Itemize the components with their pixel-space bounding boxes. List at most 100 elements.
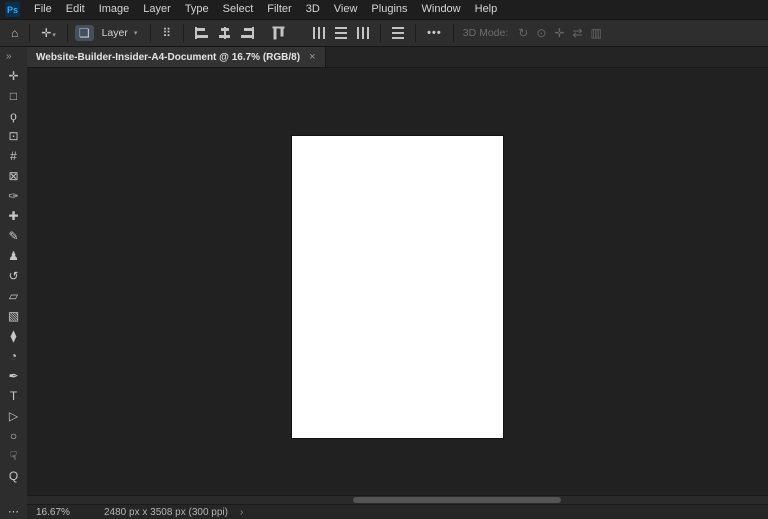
document-window: Website-Builder-Insider-A4-Document @ 16… bbox=[27, 47, 768, 519]
menu-item-view[interactable]: View bbox=[327, 2, 365, 17]
menu-item-label: Plugins bbox=[371, 3, 407, 15]
tool-icon: ▱ bbox=[9, 289, 18, 303]
brush-tool[interactable]: ✎ bbox=[1, 226, 26, 246]
crop-tool[interactable]: # bbox=[1, 146, 26, 166]
align-horizontal-centers-button[interactable] bbox=[214, 25, 235, 41]
menu-item-help[interactable]: Help bbox=[468, 2, 505, 17]
align-right-icon bbox=[241, 27, 254, 39]
menu-item-file[interactable]: File bbox=[27, 2, 59, 17]
menu-item-label: Layer bbox=[143, 3, 171, 15]
menu-item-edit[interactable]: Edit bbox=[59, 2, 92, 17]
menu-item-label: View bbox=[334, 3, 358, 15]
tool-icon: ✚ bbox=[8, 209, 18, 223]
menu-item-filter[interactable]: Filter bbox=[260, 2, 298, 17]
align-left-edges-button[interactable] bbox=[191, 25, 212, 41]
type-tool[interactable]: T bbox=[1, 386, 26, 406]
pen-tool[interactable]: ✒ bbox=[1, 366, 26, 386]
separator bbox=[67, 24, 68, 42]
align-top-edges-button[interactable] bbox=[268, 25, 289, 41]
threed-mode-label: 3D Mode: bbox=[463, 27, 509, 39]
hand-tool[interactable]: ☟ bbox=[1, 446, 26, 466]
close-tab-icon[interactable]: × bbox=[309, 51, 315, 63]
tool-icon: ⊠ bbox=[8, 169, 18, 183]
distribute-horizontally-button[interactable] bbox=[309, 25, 329, 41]
menu-item-3d[interactable]: 3D bbox=[299, 2, 327, 17]
tool-icon: □ bbox=[10, 89, 17, 103]
menu-item-label: Window bbox=[422, 3, 461, 15]
orbit-3d-icon: ↻ bbox=[514, 24, 532, 42]
slide-3d-icon: ⇄ bbox=[568, 24, 586, 42]
chevron-down-icon: ▾ bbox=[134, 29, 138, 37]
move-tool[interactable]: ✛ bbox=[1, 66, 26, 86]
path-selection-tool[interactable]: ▷ bbox=[1, 406, 26, 426]
horizontal-scrollbar[interactable] bbox=[27, 495, 768, 504]
clone-stamp-tool[interactable]: ♟ bbox=[1, 246, 26, 266]
tool-icon: ⊡ bbox=[8, 129, 18, 143]
distribute-vertical-icon bbox=[335, 27, 347, 39]
menu-bar: Ps File Edit Image Layer Type Select Fil… bbox=[0, 0, 768, 19]
tool-icon: ♟ bbox=[8, 249, 19, 263]
tool-icon: ↺ bbox=[8, 269, 18, 283]
distribute-vertically-button[interactable] bbox=[331, 25, 351, 41]
zoom-level-field[interactable]: 16.67% bbox=[36, 507, 78, 518]
horizontal-scrollbar-thumb[interactable] bbox=[353, 497, 560, 503]
tool-icon: # bbox=[10, 149, 17, 163]
separator bbox=[415, 24, 416, 42]
tool-icon: ϙ bbox=[10, 109, 17, 123]
edit-toolbar-button[interactable]: ⋯ bbox=[8, 503, 19, 519]
object-selection-tool[interactable]: ⊡ bbox=[1, 126, 26, 146]
eraser-tool[interactable]: ▱ bbox=[1, 286, 26, 306]
lasso-tool[interactable]: ϙ bbox=[1, 106, 26, 126]
distribute-centers-icon bbox=[357, 27, 369, 39]
menu-item-plugins[interactable]: Plugins bbox=[364, 2, 414, 17]
zoom-tool[interactable]: Q bbox=[1, 466, 26, 486]
distribute-horizontal-icon bbox=[313, 27, 325, 39]
blur-tool[interactable]: ⧫ bbox=[1, 326, 26, 346]
distribute-spacing-button[interactable] bbox=[388, 25, 408, 41]
healing-brush-tool[interactable]: ✚ bbox=[1, 206, 26, 226]
eyedropper-tool[interactable]: ✑ bbox=[1, 186, 26, 206]
menu-item-label: Help bbox=[475, 3, 498, 15]
menu-item-label: Filter bbox=[267, 3, 291, 15]
layer-dropdown-label: Layer bbox=[102, 27, 128, 39]
work-area: » ✛ □ ϙ ⊡ # ⊠ ✑ ✚ ✎ bbox=[0, 47, 768, 519]
current-tool-move-icon[interactable]: ✛▾ bbox=[37, 25, 60, 41]
tool-list: ✛ □ ϙ ⊡ # ⊠ ✑ ✚ ✎ ♟ bbox=[1, 66, 26, 486]
menu-item-select[interactable]: Select bbox=[216, 2, 261, 17]
ellipse-tool[interactable]: ○ bbox=[1, 426, 26, 446]
menu-item-image[interactable]: Image bbox=[92, 2, 137, 17]
menu-item-layer[interactable]: Layer bbox=[136, 2, 178, 17]
toolbar-expand-button[interactable]: » bbox=[0, 47, 27, 66]
tool-icon: ✎ bbox=[8, 229, 18, 243]
home-icon[interactable]: ⌂ bbox=[7, 25, 22, 41]
dodge-tool[interactable]: ◔ bbox=[1, 346, 26, 366]
status-chevron-icon[interactable]: › bbox=[240, 507, 243, 518]
menu-item-label: Select bbox=[223, 3, 254, 15]
menu-item-window[interactable]: Window bbox=[415, 2, 468, 17]
more-options-button[interactable]: ••• bbox=[423, 26, 446, 41]
document-info[interactable]: 2480 px x 3508 px (300 ppi) bbox=[104, 507, 228, 518]
transform-controls-toggle[interactable]: ⠿ bbox=[158, 25, 176, 41]
separator bbox=[183, 24, 184, 42]
history-brush-tool[interactable]: ↺ bbox=[1, 266, 26, 286]
distribute-centers-button[interactable] bbox=[353, 25, 373, 41]
rectangular-marquee-tool[interactable]: □ bbox=[1, 86, 26, 106]
auto-select-layer-dropdown[interactable]: Layer ▾ bbox=[96, 24, 144, 42]
document-tab[interactable]: Website-Builder-Insider-A4-Document @ 16… bbox=[27, 47, 326, 67]
align-left-icon bbox=[195, 27, 208, 39]
auto-select-toggle[interactable]: ❏ bbox=[75, 25, 94, 41]
align-top-icon bbox=[273, 27, 285, 40]
align-right-edges-button[interactable] bbox=[237, 25, 258, 41]
frame-tool[interactable]: ⊠ bbox=[1, 166, 26, 186]
separator bbox=[380, 24, 381, 42]
canvas-background bbox=[27, 68, 768, 495]
status-bar: 16.67% 2480 px x 3508 px (300 ppi) › bbox=[27, 504, 768, 519]
menu-item-type[interactable]: Type bbox=[178, 2, 216, 17]
grid-icon: ⠿ bbox=[162, 26, 172, 40]
gradient-tool[interactable]: ▧ bbox=[1, 306, 26, 326]
tool-icon: ✒ bbox=[8, 369, 18, 383]
separator bbox=[150, 24, 151, 42]
document-tab-title: Website-Builder-Insider-A4-Document @ 16… bbox=[36, 52, 300, 63]
document-canvas[interactable] bbox=[292, 136, 503, 438]
options-bar: ⌂ ✛▾ ❏ Layer ▾ ⠿ ••• 3D Mode: ↻ ⊙ ✛ ⇄ ▥ bbox=[0, 19, 768, 47]
